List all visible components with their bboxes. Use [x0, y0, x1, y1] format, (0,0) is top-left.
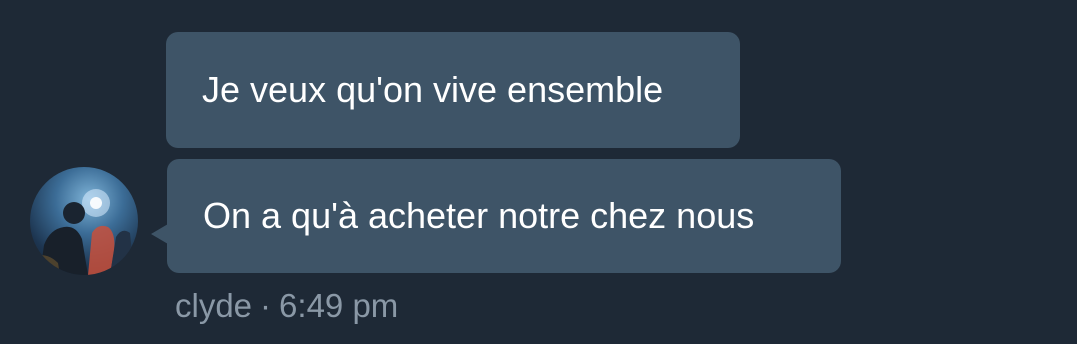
message-bubble[interactable]: Je veux qu'on vive ensemble [166, 32, 740, 148]
bubble-tail [151, 224, 168, 244]
meta-separator: · [260, 287, 272, 324]
message-bubble[interactable]: On a qu'à acheter notre chez nous [167, 159, 841, 273]
avatar-image [30, 189, 134, 275]
avatar[interactable] [30, 167, 138, 275]
message-text: On a qu'à acheter notre chez nous [203, 195, 755, 236]
message-meta: clyde · 6:49 pm [175, 289, 398, 322]
message-timestamp: 6:49 pm [279, 287, 399, 324]
message-text: Je veux qu'on vive ensemble [202, 69, 664, 110]
sender-name[interactable]: clyde [175, 287, 252, 324]
chat-thread: Je veux qu'on vive ensemble On a qu'à ac… [0, 0, 1077, 344]
